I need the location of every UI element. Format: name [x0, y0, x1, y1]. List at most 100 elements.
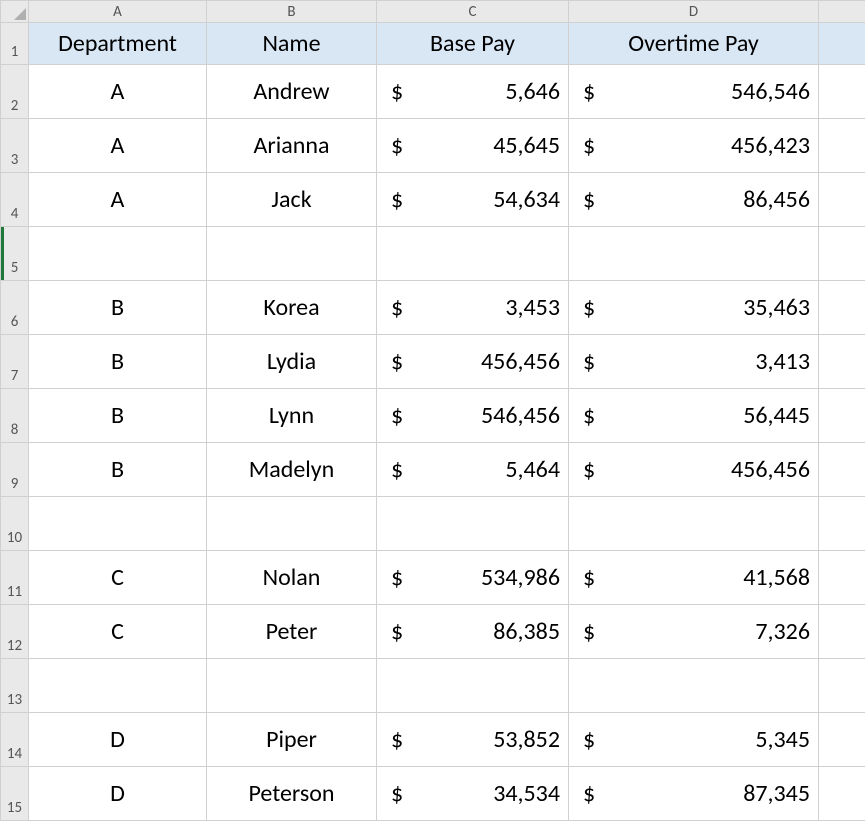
- cell-name[interactable]: Peter: [207, 605, 377, 659]
- row-header-7[interactable]: 7: [1, 335, 29, 389]
- row-header-6[interactable]: 6: [1, 281, 29, 335]
- cell-empty[interactable]: [377, 227, 569, 281]
- header-name[interactable]: Name: [207, 23, 377, 65]
- column-header-A[interactable]: A: [29, 1, 207, 23]
- cell-empty[interactable]: [819, 767, 865, 821]
- cell-name[interactable]: Jack: [207, 173, 377, 227]
- cell-department[interactable]: A: [29, 173, 207, 227]
- cell-department[interactable]: B: [29, 281, 207, 335]
- cell-overtime-pay[interactable]: $41,568: [569, 551, 819, 605]
- cell-base-pay[interactable]: $53,852: [377, 713, 569, 767]
- currency-symbol: $: [391, 131, 403, 160]
- cell-department[interactable]: B: [29, 335, 207, 389]
- cell-base-pay[interactable]: $5,646: [377, 65, 569, 119]
- cell-name[interactable]: Peterson: [207, 767, 377, 821]
- cell-empty[interactable]: [819, 497, 865, 551]
- cell-empty[interactable]: [207, 497, 377, 551]
- cell-base-pay[interactable]: $45,645: [377, 119, 569, 173]
- cell-empty[interactable]: [819, 389, 865, 443]
- cell-empty[interactable]: [819, 227, 865, 281]
- row-header-2[interactable]: 2: [1, 65, 29, 119]
- row-header-14[interactable]: 14: [1, 713, 29, 767]
- cell-empty[interactable]: [819, 605, 865, 659]
- cell-name[interactable]: Nolan: [207, 551, 377, 605]
- cell-name[interactable]: Korea: [207, 281, 377, 335]
- row-header-5[interactable]: 5: [1, 227, 29, 281]
- column-header-D[interactable]: D: [569, 1, 819, 23]
- cell-empty[interactable]: [819, 65, 865, 119]
- cell-empty[interactable]: [569, 659, 819, 713]
- cell-empty[interactable]: [819, 551, 865, 605]
- cell-empty[interactable]: [377, 497, 569, 551]
- cell-base-pay[interactable]: $54,634: [377, 173, 569, 227]
- cell-name[interactable]: Andrew: [207, 65, 377, 119]
- cell-overtime-pay[interactable]: $456,423: [569, 119, 819, 173]
- cell-name[interactable]: Piper: [207, 713, 377, 767]
- row-header-8[interactable]: 8: [1, 389, 29, 443]
- cell-base-pay[interactable]: $456,456: [377, 335, 569, 389]
- cell-overtime-pay[interactable]: $7,326: [569, 605, 819, 659]
- table-row: 4AJack$54,634$86,456: [1, 173, 865, 227]
- row-header-10[interactable]: 10: [1, 497, 29, 551]
- cell-empty[interactable]: [377, 659, 569, 713]
- cell-overtime-pay[interactable]: $5,345: [569, 713, 819, 767]
- row-header-13[interactable]: 13: [1, 659, 29, 713]
- cell-empty[interactable]: [819, 335, 865, 389]
- cell-empty[interactable]: [819, 281, 865, 335]
- cell-empty[interactable]: [819, 659, 865, 713]
- cell-overtime-pay[interactable]: $86,456: [569, 173, 819, 227]
- cell-overtime-pay[interactable]: $456,456: [569, 443, 819, 497]
- cell-department[interactable]: B: [29, 389, 207, 443]
- cell-department[interactable]: C: [29, 551, 207, 605]
- cell-base-pay[interactable]: $34,534: [377, 767, 569, 821]
- row-header-15[interactable]: 15: [1, 767, 29, 821]
- column-header-B[interactable]: B: [207, 1, 377, 23]
- cell-overtime-pay[interactable]: $3,413: [569, 335, 819, 389]
- cell-empty[interactable]: [819, 713, 865, 767]
- select-all-corner[interactable]: [1, 1, 29, 23]
- cell-empty[interactable]: [29, 227, 207, 281]
- row-header-1[interactable]: 1: [1, 23, 29, 65]
- cell-overtime-pay[interactable]: $87,345: [569, 767, 819, 821]
- column-header-C[interactable]: C: [377, 1, 569, 23]
- cell-empty[interactable]: [819, 119, 865, 173]
- cell-empty[interactable]: [569, 227, 819, 281]
- cell-department[interactable]: A: [29, 119, 207, 173]
- cell-name[interactable]: Lynn: [207, 389, 377, 443]
- cell-empty[interactable]: [819, 173, 865, 227]
- cell-base-pay[interactable]: $534,986: [377, 551, 569, 605]
- cell-empty[interactable]: [569, 497, 819, 551]
- cell-department[interactable]: C: [29, 605, 207, 659]
- cell-base-pay[interactable]: $86,385: [377, 605, 569, 659]
- cell-name[interactable]: Lydia: [207, 335, 377, 389]
- row-header-11[interactable]: 11: [1, 551, 29, 605]
- column-header-empty[interactable]: [819, 1, 865, 23]
- cell-overtime-pay[interactable]: $56,445: [569, 389, 819, 443]
- cell-department[interactable]: A: [29, 65, 207, 119]
- cell-overtime-pay[interactable]: $546,546: [569, 65, 819, 119]
- grid[interactable]: A B C D 1 Department Name Base Pay Overt…: [0, 0, 865, 821]
- cell-base-pay[interactable]: $546,456: [377, 389, 569, 443]
- cell-department[interactable]: B: [29, 443, 207, 497]
- cell-base-pay[interactable]: $3,453: [377, 281, 569, 335]
- cell-empty[interactable]: [819, 443, 865, 497]
- header-overtime-pay[interactable]: Overtime Pay: [569, 23, 819, 65]
- cell-department[interactable]: D: [29, 767, 207, 821]
- cell-department[interactable]: D: [29, 713, 207, 767]
- row-header-12[interactable]: 12: [1, 605, 29, 659]
- cell-empty[interactable]: [207, 227, 377, 281]
- row-header-9[interactable]: 9: [1, 443, 29, 497]
- cell-name[interactable]: Arianna: [207, 119, 377, 173]
- row-header-3[interactable]: 3: [1, 119, 29, 173]
- spreadsheet[interactable]: A B C D 1 Department Name Base Pay Overt…: [0, 0, 865, 838]
- cell-base-pay[interactable]: $5,464: [377, 443, 569, 497]
- cell-empty[interactable]: [29, 659, 207, 713]
- cell-empty[interactable]: [207, 659, 377, 713]
- cell-empty[interactable]: [29, 497, 207, 551]
- header-base-pay[interactable]: Base Pay: [377, 23, 569, 65]
- row-header-4[interactable]: 4: [1, 173, 29, 227]
- cell-empty[interactable]: [819, 23, 865, 65]
- cell-overtime-pay[interactable]: $35,463: [569, 281, 819, 335]
- cell-name[interactable]: Madelyn: [207, 443, 377, 497]
- header-department[interactable]: Department: [29, 23, 207, 65]
